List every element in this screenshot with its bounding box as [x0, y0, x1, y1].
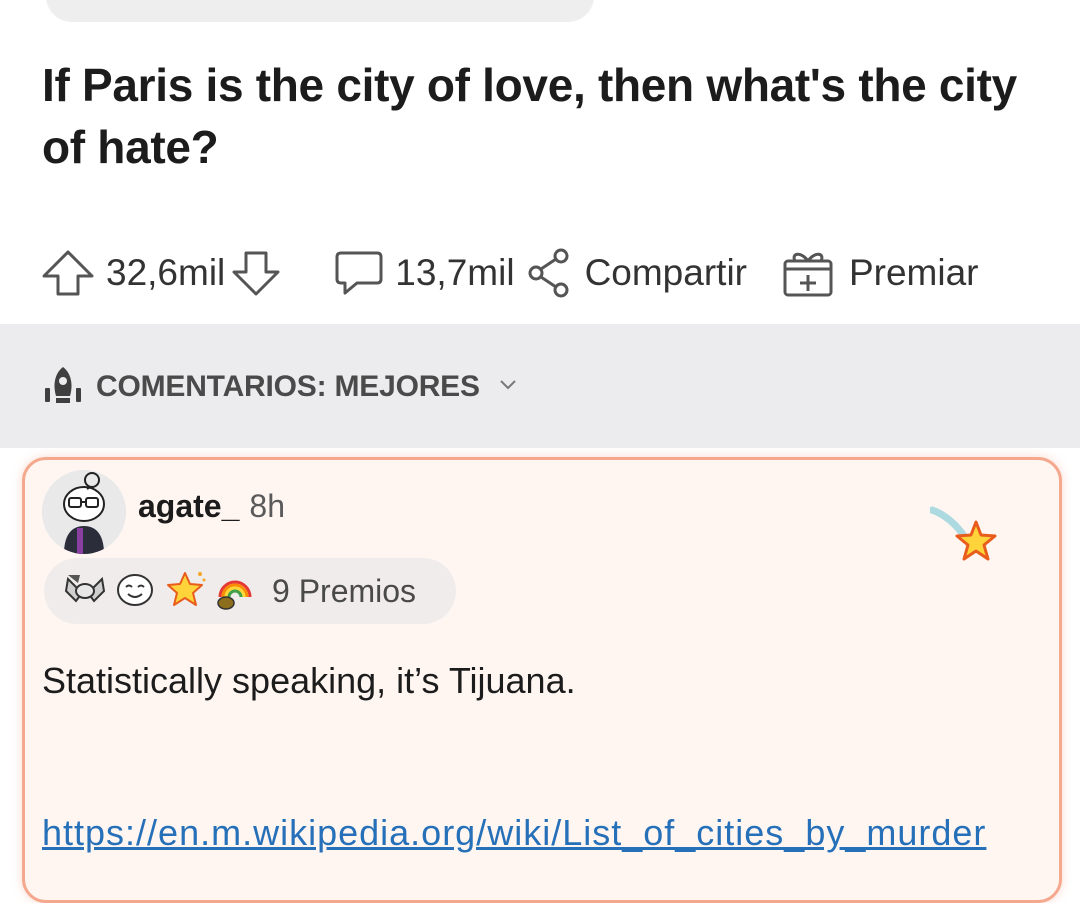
avatar[interactable] — [42, 470, 126, 554]
upvote-icon[interactable] — [40, 247, 96, 299]
wholesome-award-icon — [112, 567, 162, 616]
comment-meta: agate_ 8h — [138, 488, 285, 525]
comment-link[interactable]: https://en.m.wikipedia.org/wiki/List_of_… — [42, 812, 986, 854]
star-award-icon — [162, 567, 212, 616]
comment-icon — [333, 247, 385, 299]
gift-box-icon — [781, 247, 835, 299]
handshake-award-icon — [62, 567, 112, 616]
comment-count: 13,7mil — [395, 252, 515, 293]
previous-element-pill — [46, 0, 594, 22]
sort-selector[interactable]: COMENTARIOS: MEJORES — [42, 362, 518, 412]
comments-button[interactable]: 13,7mil — [333, 247, 520, 299]
award-label: Premiar — [848, 252, 979, 293]
sort-label: COMENTARIOS: MEJORES — [96, 370, 480, 403]
upvote-count: 32,6mil — [106, 252, 226, 293]
comment-body: Statistically speaking, it’s Tijuana. — [42, 660, 576, 701]
rainbow-award-icon — [212, 567, 262, 616]
rocket-icon — [42, 364, 84, 411]
vote-group: 32,6mil — [40, 247, 281, 299]
post-title: If Paris is the city of love, then what'… — [42, 59, 1017, 173]
share-button[interactable]: Compartir — [525, 247, 747, 299]
comment-username[interactable]: agate_ — [138, 488, 239, 524]
shooting-star-icon[interactable] — [928, 506, 1000, 570]
awards-count: 9 Premios — [272, 572, 417, 609]
award-button[interactable]: Premiar — [781, 247, 979, 299]
post-action-bar: 32,6mil 13,7mil Compartir Premiar — [40, 238, 1080, 308]
share-label: Compartir — [584, 252, 747, 293]
comment-time: 8h — [249, 488, 285, 524]
share-icon — [525, 247, 575, 299]
downvote-icon[interactable] — [231, 247, 281, 299]
awards-pill[interactable]: 9 Premios — [44, 558, 456, 624]
chevron-down-icon — [498, 378, 518, 397]
